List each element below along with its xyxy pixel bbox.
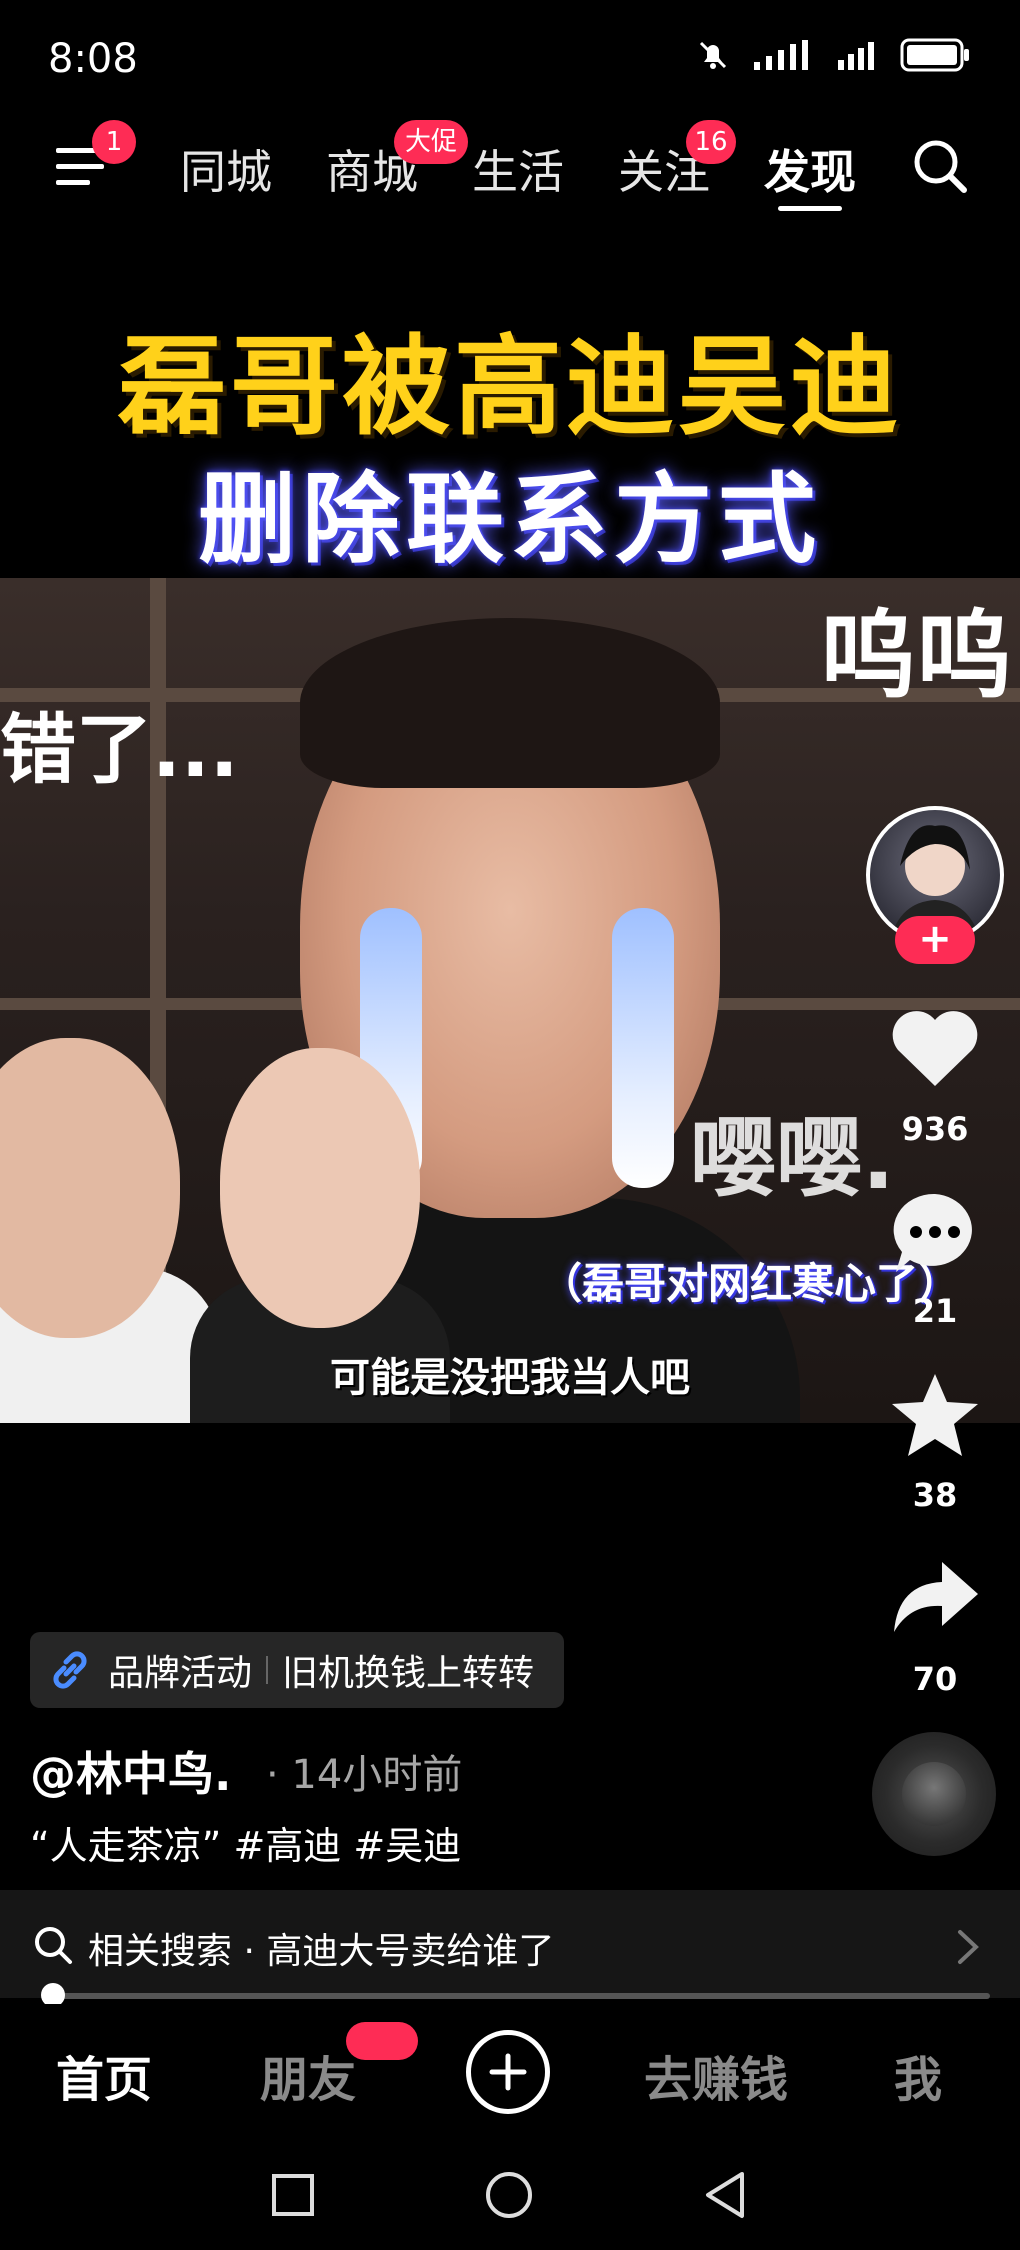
tab-me[interactable]: 我 bbox=[894, 2040, 942, 2110]
tear-effect-right bbox=[612, 908, 674, 1188]
promo-tag[interactable]: 品牌活动 旧机换钱上转转 bbox=[30, 1632, 564, 1708]
video-title-line1: 磊哥被高迪吴迪 bbox=[117, 325, 902, 450]
comment-count: 21 bbox=[912, 1292, 958, 1330]
post-description[interactable]: “人走茶凉” #高迪 #吴迪 bbox=[30, 1815, 461, 1870]
back-icon[interactable] bbox=[702, 2170, 748, 2220]
favorite-star-icon[interactable] bbox=[890, 1372, 980, 1458]
search-icon[interactable] bbox=[910, 136, 970, 196]
favorite-count: 38 bbox=[912, 1476, 958, 1514]
status-time: 8:08 bbox=[48, 36, 138, 82]
like-icon[interactable] bbox=[890, 1006, 980, 1090]
tab-life[interactable]: 生活 bbox=[472, 136, 564, 202]
link-icon bbox=[53, 1651, 87, 1689]
recent-apps-icon[interactable] bbox=[270, 2172, 316, 2218]
video-caption: 可能是没把我当人吧 bbox=[330, 1355, 690, 1401]
music-disc-cover bbox=[902, 1762, 966, 1826]
battery-icon bbox=[900, 38, 969, 72]
active-tab-indicator bbox=[778, 206, 842, 211]
promo-divider bbox=[266, 1656, 269, 1684]
comment-icon[interactable] bbox=[890, 1190, 980, 1276]
person-main-hair bbox=[300, 618, 720, 788]
tab-earn[interactable]: 去赚钱 bbox=[644, 2040, 788, 2110]
signal-icon-2 bbox=[838, 42, 874, 70]
overlay-text-right: 呜呜 bbox=[820, 600, 1012, 712]
person-mid-face bbox=[220, 1048, 420, 1328]
mute-icon bbox=[699, 41, 727, 69]
tab-friends[interactable]: 朋友 bbox=[260, 2040, 356, 2110]
post-time: · 14小时前 bbox=[266, 1752, 463, 1798]
signal-icon bbox=[754, 40, 808, 70]
home-circle-icon[interactable] bbox=[484, 2170, 534, 2220]
promo-tag-label: 品牌活动 bbox=[108, 1653, 253, 1694]
author-name[interactable]: @林中鸟. bbox=[30, 1738, 231, 1804]
chevron-right-icon bbox=[958, 1930, 979, 1964]
related-search-label: 相关搜索 · 高迪大号卖给谁了 bbox=[88, 1931, 555, 1972]
mall-badge: 大促 bbox=[394, 120, 468, 164]
follow-button[interactable]: + bbox=[895, 916, 975, 964]
progress-bar[interactable] bbox=[44, 1993, 990, 1999]
status-icons bbox=[696, 38, 970, 72]
friends-badge bbox=[346, 2022, 418, 2060]
menu-badge: 1 bbox=[92, 120, 136, 164]
music-disc[interactable] bbox=[872, 1732, 996, 1856]
share-count: 70 bbox=[912, 1660, 958, 1698]
search-icon bbox=[35, 1927, 72, 1964]
plus-icon bbox=[489, 2053, 527, 2091]
like-count: 936 bbox=[901, 1110, 969, 1148]
video-title-line2: 删除联系方式 bbox=[197, 463, 822, 577]
overlay-text-left: 错了... bbox=[0, 705, 239, 794]
following-badge: 16 bbox=[686, 120, 736, 164]
tab-discover[interactable]: 发现 bbox=[764, 136, 856, 202]
tab-home[interactable]: 首页 bbox=[56, 2040, 152, 2110]
share-arrow-icon[interactable] bbox=[890, 1560, 980, 1634]
tab-nearby[interactable]: 同城 bbox=[180, 136, 272, 202]
create-button[interactable] bbox=[466, 2030, 550, 2114]
overlay-text-mid: 嘤嘤. bbox=[690, 1109, 895, 1209]
top-nav: 1 同城 商城 大促 生活 关注 16 发现 bbox=[0, 120, 1020, 211]
promo-text: 旧机换钱上转转 bbox=[282, 1653, 535, 1694]
